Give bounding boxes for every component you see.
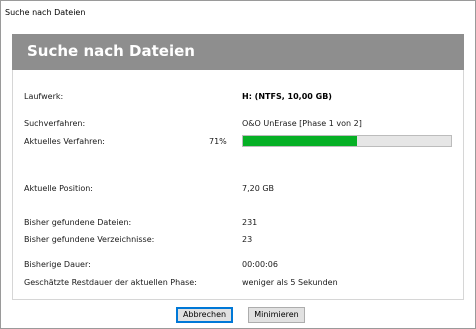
progress-percent: 71% (209, 137, 227, 146)
progress-bar (242, 135, 452, 147)
elapsed-value: 00:00:06 (242, 260, 278, 269)
window-title: Suche nach Dateien (5, 8, 86, 17)
title-bar[interactable]: Suche nach Dateien (1, 1, 475, 27)
dirs-found-value: 23 (242, 235, 253, 244)
position-label: Aktuelle Position: (24, 184, 93, 193)
drive-value: H: (NTFS, 10,00 GB) (242, 92, 332, 101)
remaining-value: weniger als 5 Sekunden (242, 278, 338, 287)
files-found-label: Bisher gefundene Dateien: (24, 218, 132, 227)
current-method-label: Aktuelles Verfahren: (24, 137, 105, 146)
progress-bar-fill (243, 136, 358, 146)
cancel-button[interactable]: Abbrechen (176, 307, 233, 323)
dialog-header: Suche nach Dateien (12, 34, 464, 70)
remaining-label: Geschätzte Restdauer der aktuellen Phase… (24, 278, 197, 287)
files-found-value: 231 (242, 218, 258, 227)
dirs-found-label: Bisher gefundene Verzeichnisse: (24, 235, 155, 244)
method-value: O&O UnErase [Phase 1 von 2] (242, 119, 362, 128)
position-value: 7,20 GB (242, 184, 275, 193)
search-dialog-window: Suche nach Dateien Suche nach Dateien La… (0, 0, 476, 329)
elapsed-label: Bisherige Dauer: (24, 260, 91, 269)
dialog-header-title: Suche nach Dateien (27, 42, 195, 60)
method-label: Suchverfahren: (24, 119, 86, 128)
minimize-button[interactable]: Minimieren (248, 307, 305, 323)
drive-label: Laufwerk: (24, 92, 64, 101)
